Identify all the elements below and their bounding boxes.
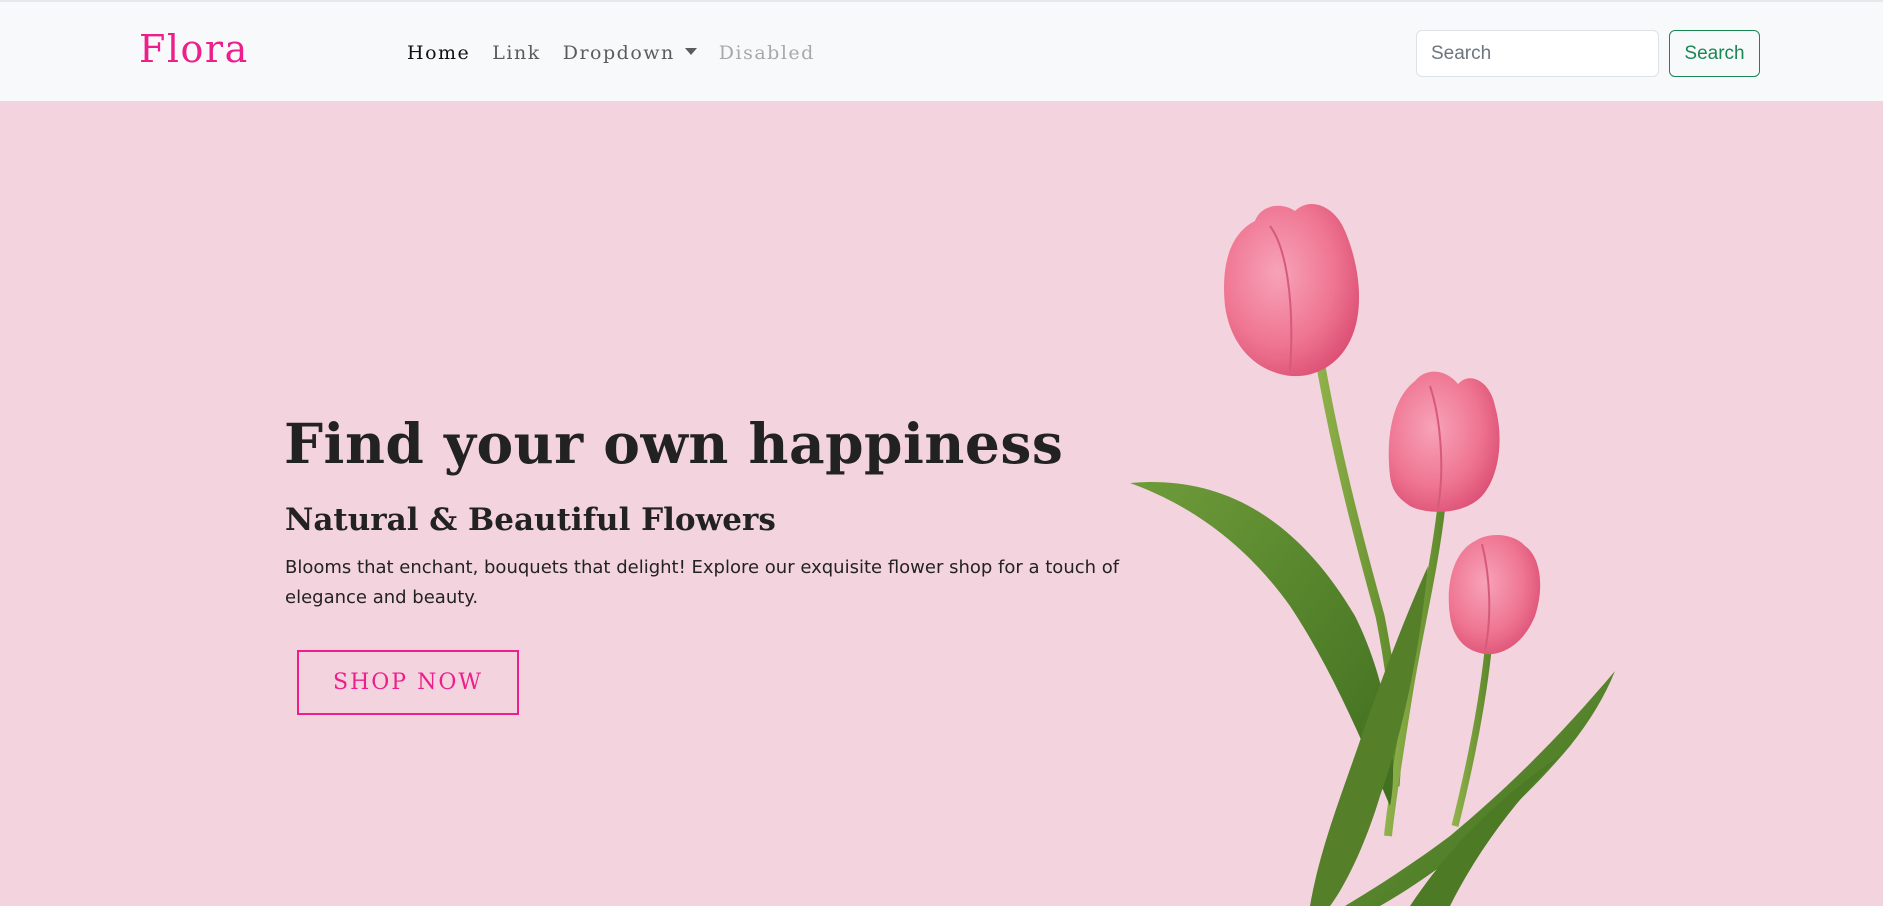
tulips-image — [1130, 203, 1615, 906]
nav-link-disabled: Disabled — [718, 42, 815, 64]
tulip-blooms — [1224, 203, 1541, 655]
nav-links: Home Link Dropdown Disabled — [407, 42, 837, 64]
navbar: Flora Home Link Dropdown Disabled Search — [0, 0, 1883, 101]
search-input[interactable] — [1416, 30, 1659, 77]
nav-link-home[interactable]: Home — [407, 42, 470, 64]
search-button[interactable]: Search — [1669, 30, 1760, 77]
hero-section: Find your own happiness Natural & Beauti… — [0, 101, 1883, 906]
hero-title: Find your own happiness — [284, 411, 1064, 476]
nav-dropdown-toggle[interactable]: Dropdown — [563, 42, 697, 64]
hero-description: Blooms that enchant, bouquets that delig… — [285, 557, 1120, 608]
caret-down-icon — [684, 48, 697, 55]
hero-subtitle: Natural & Beautiful Flowers — [285, 502, 776, 538]
nav-link-link[interactable]: Link — [492, 42, 540, 64]
nav-dropdown-label: Dropdown — [562, 42, 675, 64]
shop-now-button[interactable]: SHOP NOW — [297, 650, 519, 715]
leaves — [1130, 482, 1615, 906]
brand-logo[interactable]: Flora — [139, 27, 249, 71]
